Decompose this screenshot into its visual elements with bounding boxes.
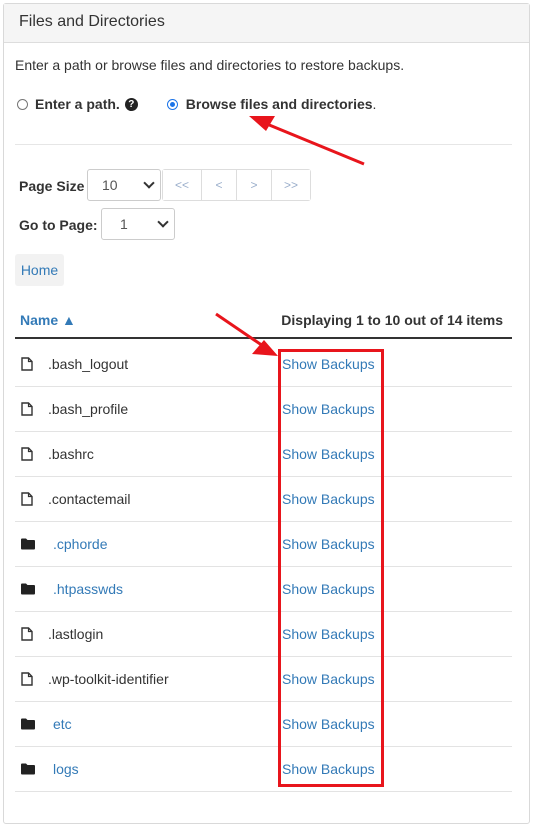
browse-label[interactable]: Browse files and directories <box>186 96 373 112</box>
file-icon <box>21 627 33 641</box>
table-row: .wp-toolkit-identifier Show Backups <box>15 657 512 702</box>
table-row: .bash_logout Show Backups <box>15 342 512 387</box>
pagination-controls: << < > >> <box>162 169 311 201</box>
panel-title: Files and Directories <box>4 4 529 43</box>
file-icon <box>21 402 33 416</box>
table-row: logs Show Backups <box>15 747 512 792</box>
previous-page-button[interactable]: < <box>202 170 237 200</box>
file-icon <box>21 492 33 506</box>
table-row: .bashrc Show Backups <box>15 432 512 477</box>
file-icon <box>21 357 33 371</box>
first-page-button[interactable]: << <box>163 170 202 200</box>
table-row: etc Show Backups <box>15 702 512 747</box>
folder-icon <box>21 537 35 551</box>
table-row: .cphorde Show Backups <box>15 522 512 567</box>
directory-name-link[interactable]: etc <box>53 716 72 732</box>
go-to-page-select[interactable]: 1 <box>101 208 175 240</box>
folder-icon <box>21 762 35 776</box>
next-page-button[interactable]: > <box>237 170 272 200</box>
file-name: .wp-toolkit-identifier <box>48 671 169 687</box>
table-row: .bash_profile Show Backups <box>15 387 512 432</box>
enter-path-radio[interactable] <box>17 98 28 110</box>
page-size-value: 10 <box>102 177 118 193</box>
table-row: .htpasswds Show Backups <box>15 567 512 612</box>
browse-label-period: . <box>372 96 377 112</box>
name-column-header[interactable]: Name ▲ <box>20 312 76 328</box>
folder-icon <box>21 582 35 596</box>
file-name: .bash_profile <box>48 401 129 417</box>
section-divider <box>15 144 512 145</box>
file-icon <box>21 447 33 461</box>
file-name: .bashrc <box>48 446 94 462</box>
directory-name-link[interactable]: logs <box>53 761 79 777</box>
chevron-down-icon <box>143 177 155 189</box>
path-mode-options: Enter a path. ? Browse files and directo… <box>15 96 376 112</box>
file-name: .bash_logout <box>48 356 129 372</box>
enter-path-label[interactable]: Enter a path. <box>35 96 120 112</box>
page-size-label: Page Size <box>19 178 85 194</box>
file-icon <box>21 672 33 686</box>
home-breadcrumb-button[interactable]: Home <box>15 254 64 286</box>
table-row: .contactemail Show Backups <box>15 477 512 522</box>
table-row: .lastlogin Show Backups <box>15 612 512 657</box>
page-size-select[interactable]: 10 <box>87 169 161 201</box>
last-page-button[interactable]: >> <box>272 170 310 200</box>
directory-name-link[interactable]: .htpasswds <box>53 581 123 597</box>
directory-name-link[interactable]: .cphorde <box>53 536 107 552</box>
intro-text: Enter a path or browse files and directo… <box>15 57 405 73</box>
page-number-value: 1 <box>120 216 128 232</box>
go-to-page-label: Go to Page: <box>19 217 98 233</box>
table-header-divider <box>15 337 512 339</box>
annotation-highlight-box <box>278 349 384 787</box>
items-count-text: Displaying 1 to 10 out of 14 items <box>281 312 503 328</box>
folder-icon <box>21 717 35 731</box>
chevron-down-icon <box>157 216 169 228</box>
file-name: .lastlogin <box>48 626 104 642</box>
question-circle-icon[interactable]: ? <box>124 97 138 111</box>
file-name: .contactemail <box>48 491 131 507</box>
browse-radio[interactable] <box>166 98 178 110</box>
